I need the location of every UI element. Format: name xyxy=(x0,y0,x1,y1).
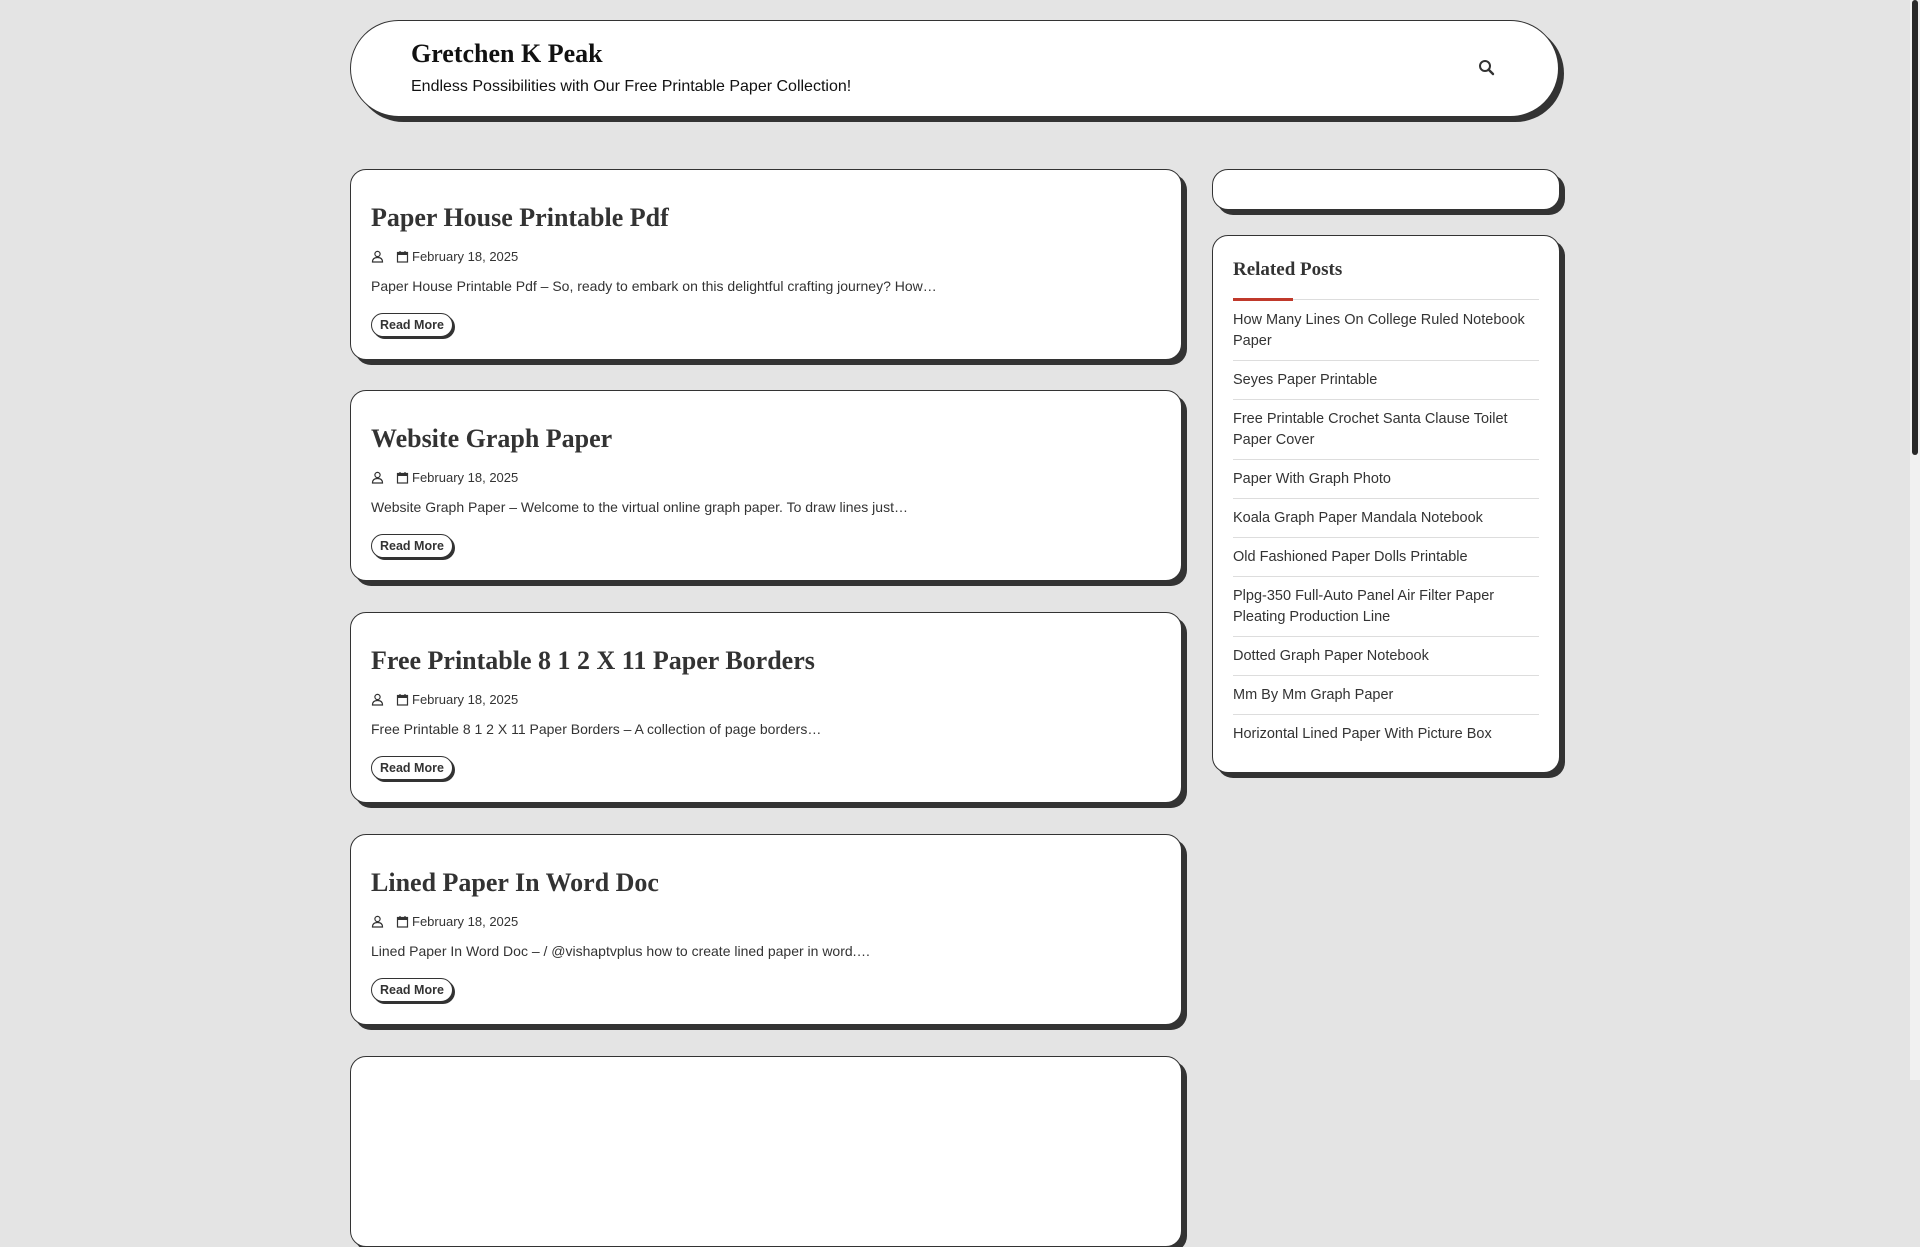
post-card: Lined Paper In Word Doc February 18, 202… xyxy=(350,834,1182,1025)
related-post-link[interactable]: Old Fashioned Paper Dolls Printable xyxy=(1233,538,1539,577)
site-tagline: Endless Possibilities with Our Free Prin… xyxy=(411,78,852,95)
post-card: Free Printable 8 1 2 X 11 Paper Borders … xyxy=(350,612,1182,803)
post-card: Website Graph Paper February 18, 2025 We… xyxy=(350,390,1182,581)
related-post-link[interactable]: Dotted Graph Paper Notebook xyxy=(1233,637,1539,676)
post-date[interactable]: February 18, 2025 xyxy=(412,914,518,929)
user-icon[interactable] xyxy=(371,471,384,484)
related-post-link[interactable]: Seyes Paper Printable xyxy=(1233,361,1539,400)
related-posts-list: How Many Lines On College Ruled Notebook… xyxy=(1233,301,1539,753)
post-title[interactable]: Paper House Printable Pdf xyxy=(371,203,669,233)
post-date[interactable]: February 18, 2025 xyxy=(412,470,518,485)
calendar-icon xyxy=(396,693,409,706)
search-icon[interactable] xyxy=(1476,57,1498,79)
related-post-link[interactable]: Horizontal Lined Paper With Picture Box xyxy=(1233,715,1539,753)
post-meta: February 18, 2025 xyxy=(371,470,518,485)
post-title[interactable]: Lined Paper In Word Doc xyxy=(371,868,659,898)
post-title[interactable]: Website Graph Paper xyxy=(371,424,612,454)
post-meta: February 18, 2025 xyxy=(371,692,518,707)
read-more-button[interactable]: Read More xyxy=(371,756,453,780)
post-excerpt: Paper House Printable Pdf – So, ready to… xyxy=(371,278,937,294)
related-post-link[interactable]: Koala Graph Paper Mandala Notebook xyxy=(1233,499,1539,538)
related-post-link[interactable]: Free Printable Crochet Santa Clause Toil… xyxy=(1233,400,1539,460)
related-post-link[interactable]: Paper With Graph Photo xyxy=(1233,460,1539,499)
site-title[interactable]: Gretchen K Peak xyxy=(411,39,603,69)
sidebar-empty-widget xyxy=(1212,169,1560,210)
page-scrollbar[interactable] xyxy=(1910,0,1920,1080)
post-meta: February 18, 2025 xyxy=(371,249,518,264)
related-post-link[interactable]: How Many Lines On College Ruled Notebook… xyxy=(1233,301,1539,361)
post-card: Paper House Printable Pdf February 18, 2… xyxy=(350,169,1182,360)
scrollbar-thumb[interactable] xyxy=(1912,0,1918,455)
user-icon[interactable] xyxy=(371,915,384,928)
related-post-link[interactable]: Plpg-350 Full-Auto Panel Air Filter Pape… xyxy=(1233,577,1539,637)
calendar-icon xyxy=(396,471,409,484)
related-post-link[interactable]: Mm By Mm Graph Paper xyxy=(1233,676,1539,715)
user-icon[interactable] xyxy=(371,693,384,706)
user-icon[interactable] xyxy=(371,250,384,263)
calendar-icon xyxy=(396,915,409,928)
read-more-button[interactable]: Read More xyxy=(371,534,453,558)
read-more-button[interactable]: Read More xyxy=(371,313,453,337)
post-excerpt: Free Printable 8 1 2 X 11 Paper Borders … xyxy=(371,721,822,737)
post-card xyxy=(350,1056,1182,1247)
post-date[interactable]: February 18, 2025 xyxy=(412,692,518,707)
post-title[interactable]: Free Printable 8 1 2 X 11 Paper Borders xyxy=(371,646,815,676)
calendar-icon xyxy=(396,250,409,263)
post-excerpt: Website Graph Paper – Welcome to the vir… xyxy=(371,499,908,515)
post-excerpt: Lined Paper In Word Doc – / @vishaptvplu… xyxy=(371,943,871,959)
post-date[interactable]: February 18, 2025 xyxy=(412,249,518,264)
widget-title: Related Posts xyxy=(1233,259,1343,280)
read-more-button[interactable]: Read More xyxy=(371,978,453,1002)
site-header: Gretchen K Peak Endless Possibilities wi… xyxy=(350,20,1559,117)
post-meta: February 18, 2025 xyxy=(371,914,518,929)
related-posts-widget: Related Posts How Many Lines On College … xyxy=(1212,235,1560,773)
